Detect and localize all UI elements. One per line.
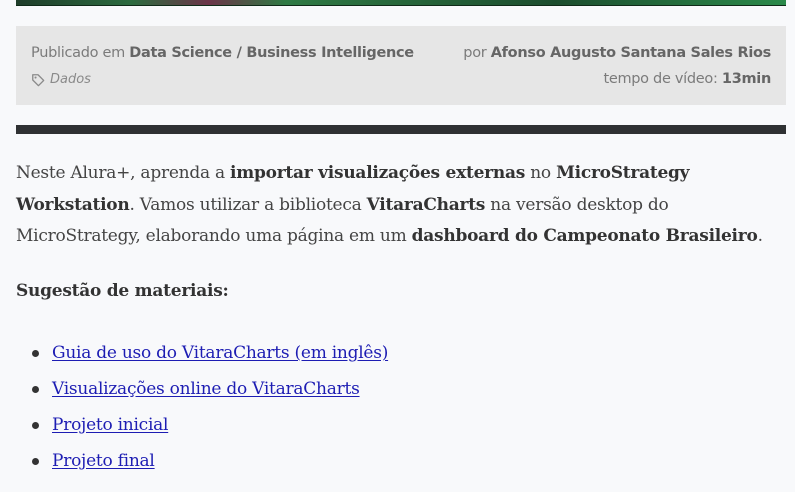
tag-row: Dados	[31, 72, 91, 87]
published-prefix: Publicado em	[31, 45, 125, 61]
duration-value: 13min	[721, 71, 771, 87]
materials-heading: Sugestão de materiais:	[16, 281, 229, 301]
intro-highlight: dashboard do Campeonato Brasileiro	[411, 226, 758, 246]
author-prefix: por	[463, 45, 487, 61]
list-item: Projeto inicial	[16, 410, 388, 446]
course-meta-box: Publicado em Data Science / Business Int…	[16, 26, 786, 105]
author-name: Afonso Augusto Santana Sales Rios	[490, 45, 772, 61]
duration-row: tempo de vídeo: 13min	[603, 71, 771, 87]
material-link-guide[interactable]: Guia de uso do VitaraCharts (em inglês)	[52, 343, 388, 363]
intro-text: Neste Alura+, aprenda a	[16, 163, 231, 183]
bullet-icon	[32, 458, 39, 465]
intro-text: . Vamos utilizar a biblioteca	[129, 194, 367, 215]
intro-highlight: importar visualizações externas	[230, 163, 526, 183]
section-divider	[16, 125, 786, 134]
list-item: Guia de uso do VitaraCharts (em inglês)	[16, 338, 388, 374]
materials-list: Guia de uso do VitaraCharts (em inglês) …	[16, 338, 388, 482]
material-link-final-project[interactable]: Projeto final	[52, 451, 155, 471]
intro-highlight: VitaraCharts	[366, 194, 486, 215]
list-item: Visualizações online do VitaraCharts	[16, 374, 388, 410]
intro-paragraph: Neste Alura+, aprenda a importar visuali…	[16, 158, 786, 253]
author-row: por Afonso Augusto Santana Sales Rios	[463, 45, 771, 61]
bullet-icon	[32, 422, 39, 429]
bullet-icon	[32, 386, 39, 393]
published-in: Publicado em Data Science / Business Int…	[31, 45, 414, 61]
material-link-initial-project[interactable]: Projeto inicial	[52, 415, 168, 435]
tag-icon	[32, 73, 45, 86]
video-thumbnail-bottom	[16, 0, 786, 6]
category-link[interactable]: Data Science / Business Intelligence	[129, 45, 414, 61]
tag-link[interactable]: Dados	[50, 72, 91, 87]
material-link-online[interactable]: Visualizações online do VitaraCharts	[52, 379, 360, 399]
intro-text: .	[757, 226, 763, 246]
intro-text: no	[525, 163, 557, 183]
bullet-icon	[32, 350, 39, 357]
duration-prefix: tempo de vídeo:	[603, 71, 718, 87]
list-item: Projeto final	[16, 446, 388, 482]
